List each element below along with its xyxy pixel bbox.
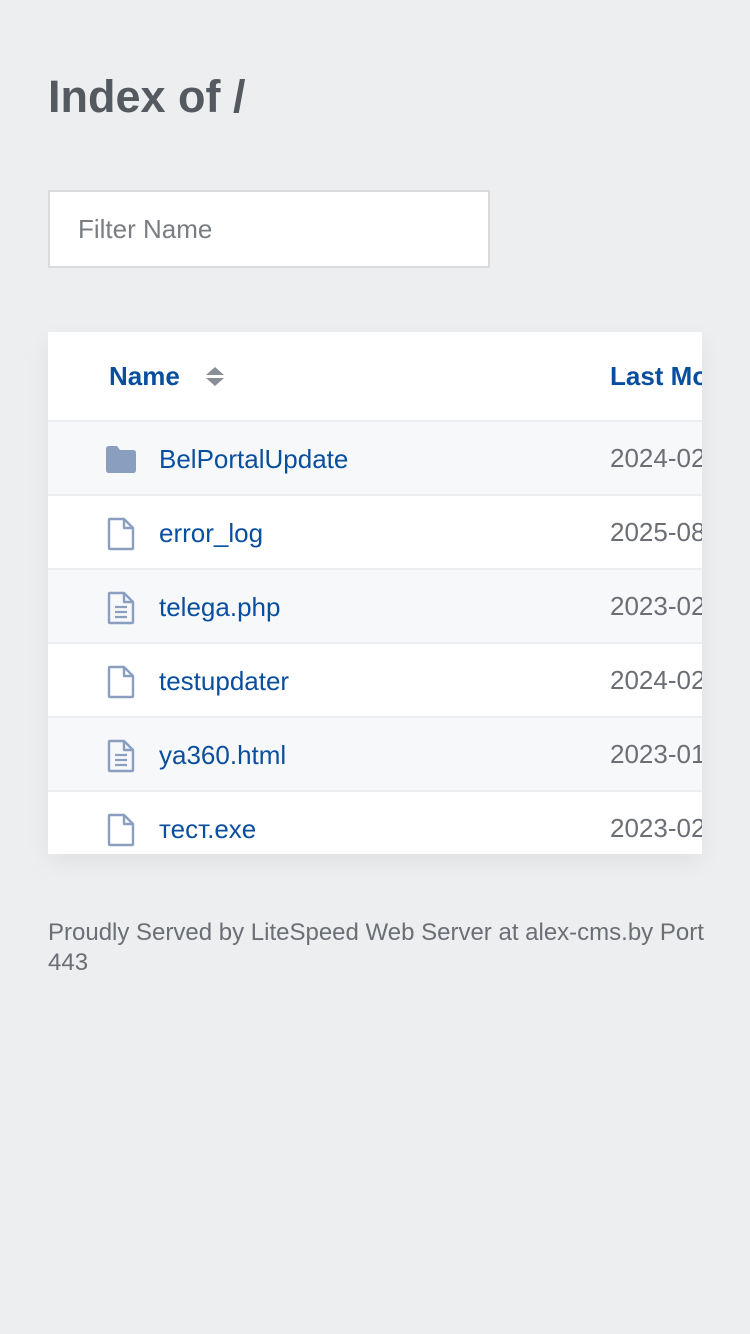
modified-date: 2024-02	[610, 665, 702, 695]
table-row: BelPortalUpdate 2024-02	[48, 422, 702, 496]
file-icon	[107, 665, 135, 699]
name-header-label: Name	[109, 360, 180, 391]
folder-icon	[106, 446, 136, 473]
modified-date: 2025-08	[610, 517, 702, 547]
table-row: testupdater 2024-02	[48, 644, 702, 718]
table-header: Name Last Mo	[48, 332, 702, 422]
page-title: Index of /	[48, 71, 246, 122]
server-footer: Proudly Served by LiteSpeed Web Server a…	[48, 919, 704, 976]
name-column-header[interactable]: Name	[109, 332, 224, 420]
text-file-icon	[107, 739, 135, 773]
sort-icon[interactable]	[205, 366, 224, 386]
file-icon	[107, 813, 135, 847]
table-row: error_log 2025-08	[48, 496, 702, 570]
modified-date: 2023-02	[610, 591, 702, 621]
text-file-icon	[107, 591, 135, 625]
file-link[interactable]: error_log	[159, 496, 263, 568]
modified-date: 2023-02	[610, 813, 702, 843]
table-row: telega.php 2023-02	[48, 570, 702, 644]
modified-date: 2023-01	[610, 739, 702, 769]
modified-date: 2024-02	[610, 443, 702, 473]
last-modified-column-header[interactable]: Last Mo	[610, 332, 702, 420]
table-row: тест.exe 2023-02	[48, 792, 702, 854]
filter-name-input[interactable]	[48, 190, 490, 268]
last-modified-header-label: Last Mo	[610, 360, 702, 391]
file-link[interactable]: BelPortalUpdate	[159, 422, 348, 494]
file-link[interactable]: ya360.html	[159, 718, 286, 790]
file-link[interactable]: testupdater	[159, 644, 289, 716]
file-link[interactable]: тест.exe	[159, 792, 256, 854]
file-icon	[107, 517, 135, 551]
table-row: ya360.html 2023-01	[48, 718, 702, 792]
file-link[interactable]: telega.php	[159, 570, 280, 642]
file-table: Name Last Mo BelPortalUpdate 2024-02 err…	[48, 332, 702, 854]
